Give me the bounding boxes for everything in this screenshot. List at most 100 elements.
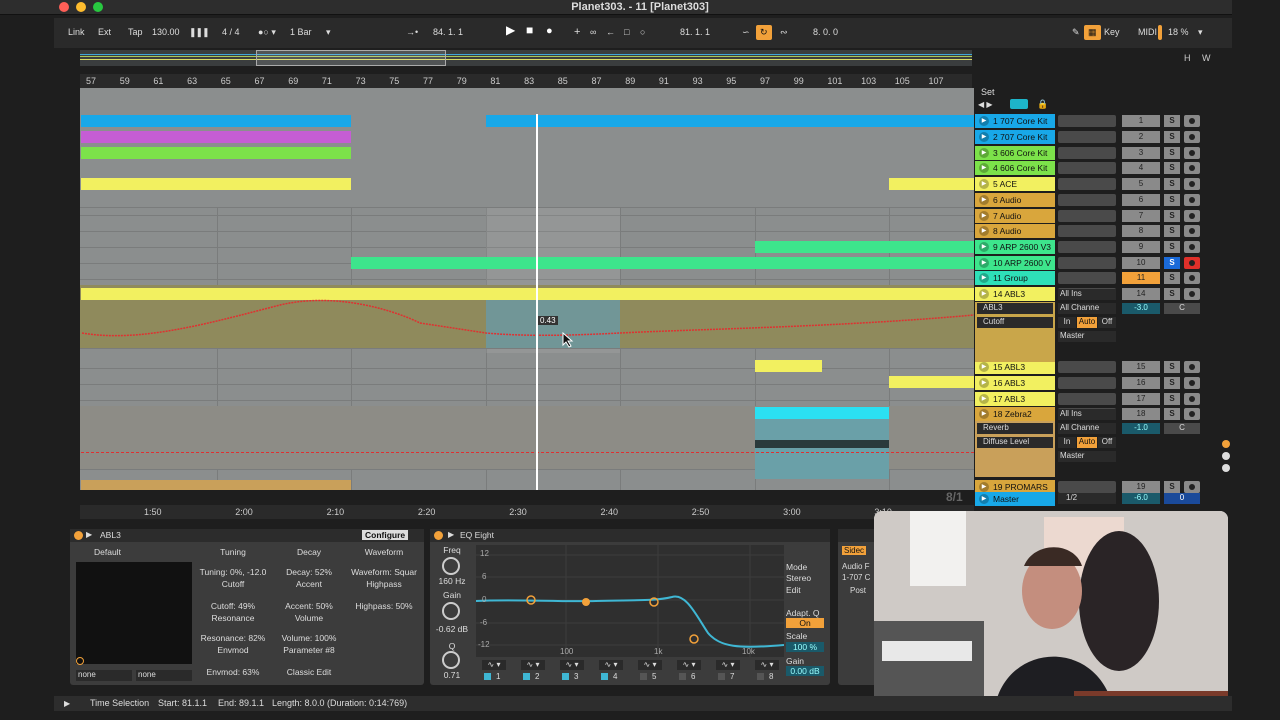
solo-button[interactable]: S	[1164, 225, 1180, 237]
eq-power-icon[interactable]	[434, 531, 443, 540]
track-header[interactable]: ▶ 4 606 Core Kit	[975, 161, 1055, 175]
track-play-icon[interactable]: ▶	[979, 378, 989, 388]
track-io-slot[interactable]	[1058, 131, 1116, 143]
track-activator[interactable]: 6	[1122, 194, 1160, 206]
abl3-monitor-off[interactable]: Off	[1098, 317, 1116, 328]
freq-knob[interactable]	[442, 557, 460, 575]
solo-button[interactable]: S	[1164, 408, 1180, 420]
edit-label[interactable]: Edit	[786, 585, 826, 595]
link-button[interactable]: Link	[64, 25, 89, 40]
arm-button[interactable]	[1184, 481, 1200, 493]
eq-filter-type-icon[interactable]: ∿ ▾	[599, 660, 623, 670]
cutoff-value[interactable]: Cutoff: 49%	[198, 601, 268, 611]
track-activator[interactable]: 1	[1122, 115, 1160, 127]
gain-value[interactable]: -0.62 dB	[432, 624, 472, 634]
adapt-q-toggle[interactable]: On	[786, 618, 824, 628]
capture-icon[interactable]: □	[620, 25, 633, 40]
clip[interactable]	[486, 115, 974, 127]
track-play-icon[interactable]: ▶	[979, 362, 989, 372]
eq-filter-type-icon[interactable]: ∿ ▾	[560, 660, 584, 670]
beat-time-ruler[interactable]: 57 59 61 63 65 67 69 71 73 75 77 79 81 83 85 87 89 91 93 95…	[80, 74, 972, 88]
clip[interactable]	[81, 131, 351, 143]
sidechain-toggle[interactable]: Sidec	[842, 546, 867, 555]
tap-button[interactable]: Tap	[124, 25, 147, 40]
abl3-input-type[interactable]: All Ins	[1058, 289, 1116, 300]
solo-button[interactable]: S	[1164, 288, 1180, 300]
macro-chooser-1[interactable]: none	[76, 670, 132, 681]
clip[interactable]	[81, 480, 351, 490]
track-io-slot[interactable]	[1058, 115, 1116, 127]
eq-filter-type-icon[interactable]: ∿ ▾	[716, 660, 740, 670]
arm-button[interactable]	[1184, 272, 1200, 284]
clip[interactable]	[755, 360, 822, 372]
track-activator[interactable]: 7	[1122, 210, 1160, 222]
preset-chooser[interactable]: Default	[94, 547, 121, 557]
accent-value[interactable]: Accent: 50%	[274, 601, 344, 611]
arm-button[interactable]	[1184, 361, 1200, 373]
automation-curve[interactable]	[80, 293, 974, 343]
track-header[interactable]: ▶ 1 707 Core Kit	[975, 114, 1055, 128]
punch-in-icon[interactable]: ∽	[738, 25, 754, 40]
track-play-icon[interactable]: ▶	[979, 482, 989, 492]
arrangement-overview[interactable]	[80, 50, 972, 66]
master-volume[interactable]: -6.0	[1122, 493, 1160, 504]
track-play-icon[interactable]: ▶	[979, 116, 989, 126]
track-play-icon[interactable]: ▶	[979, 289, 989, 299]
abl3-pan[interactable]: C	[1164, 303, 1200, 314]
solo-button[interactable]: S	[1164, 377, 1180, 389]
zebra-input-type[interactable]: All Ins	[1058, 409, 1116, 420]
clip[interactable]	[81, 147, 351, 159]
abl3-volume[interactable]: -3.0	[1122, 303, 1160, 314]
position-field[interactable]: 84. 1. 1	[429, 25, 467, 40]
automation-arm-icon[interactable]: ∞	[586, 25, 600, 40]
solo-button[interactable]: S	[1164, 115, 1180, 127]
eq-band-toggle[interactable]	[484, 673, 491, 680]
zebra-param-chooser[interactable]: Diffuse Level	[977, 437, 1053, 448]
track-activator[interactable]: 2	[1122, 131, 1160, 143]
arm-button[interactable]	[1184, 225, 1200, 237]
zoom-w-button[interactable]: W	[1202, 53, 1211, 63]
track-play-icon[interactable]: ▶	[979, 258, 989, 268]
clip-body[interactable]	[755, 419, 889, 479]
clip[interactable]	[81, 178, 351, 190]
zebra-monitor-auto[interactable]: Auto	[1077, 437, 1097, 448]
solo-button[interactable]: S	[1164, 241, 1180, 253]
track-header[interactable]: ▶ 6 Audio	[975, 193, 1055, 207]
track-activator[interactable]: 10	[1122, 257, 1160, 269]
abl3-input-channel[interactable]: All Channe	[1058, 303, 1116, 314]
macro-chooser-2[interactable]: none	[136, 670, 192, 681]
track-io-slot[interactable]	[1058, 241, 1116, 253]
arm-button[interactable]	[1184, 210, 1200, 222]
arrangement-view[interactable]: 0.43	[80, 88, 974, 490]
track-activator[interactable]: 17	[1122, 393, 1160, 405]
time-ruler[interactable]: 1:502:002:102:202:302:402:503:003:10	[80, 505, 974, 519]
track-header[interactable]: ▶ 11 Group	[975, 271, 1055, 285]
clip[interactable]	[81, 115, 351, 127]
tuning-value[interactable]: Tuning: 0%, -12.0	[196, 567, 270, 577]
solo-button[interactable]: S	[1164, 147, 1180, 159]
highpass-value[interactable]: Highpass: 50%	[348, 601, 420, 611]
track-play-icon[interactable]: ▶	[979, 394, 989, 404]
collapse-arrows-icon[interactable]: ◀ ▶	[978, 100, 993, 109]
track-play-icon[interactable]: ▶	[979, 226, 989, 236]
volume-value[interactable]: Volume: 100%	[274, 633, 344, 643]
solo-button[interactable]: S	[1164, 210, 1180, 222]
arm-button[interactable]	[1184, 257, 1200, 269]
eq-display[interactable]: 12 6 0 -6 -12 100 1k 10k	[476, 545, 784, 657]
abl3-param-chooser[interactable]: Cutoff	[977, 317, 1053, 328]
solo-button[interactable]: S	[1164, 481, 1180, 493]
track-header[interactable]: ▶ Master	[975, 492, 1055, 506]
track-activator[interactable]: 18	[1122, 408, 1160, 420]
eq-band-toggle[interactable]	[679, 673, 686, 680]
time-signature-field[interactable]: 4 / 4	[218, 25, 244, 40]
eq-band-toggle[interactable]	[640, 673, 647, 680]
solo-button[interactable]: S	[1164, 131, 1180, 143]
track-play-icon[interactable]: ▶	[979, 494, 989, 504]
track-activator[interactable]: 11	[1122, 272, 1160, 284]
track-header[interactable]: ▶ 15 ABL3	[975, 360, 1055, 374]
track-play-icon[interactable]: ▶	[979, 179, 989, 189]
solo-button[interactable]: S	[1164, 257, 1180, 269]
track-play-icon[interactable]: ▶	[979, 273, 989, 283]
computer-keyboard-icon[interactable]: ▦	[1084, 25, 1101, 40]
master-pan[interactable]: 0	[1164, 493, 1200, 504]
